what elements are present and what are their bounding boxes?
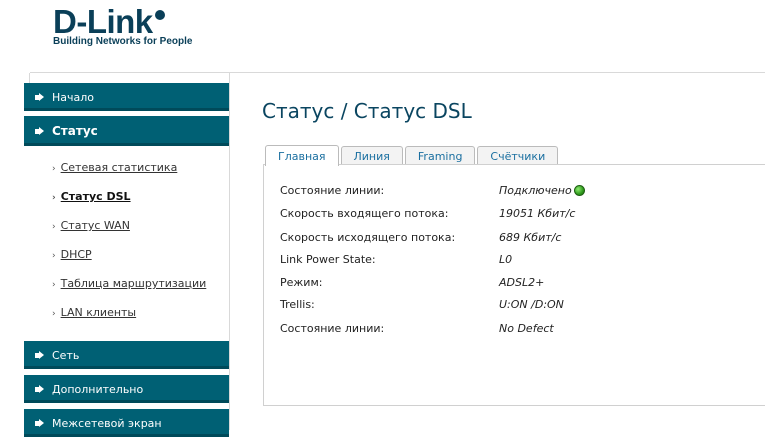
logo-wordmark: D-Link [53,3,153,40]
status-row-line-defect: Состояние линии: No Defect [264,322,764,340]
status-row-upstream: Скорость исходящего потока: 689 Кбит/с [264,231,764,249]
tab-bar: Главная Линия Framing Счётчики [265,145,560,166]
sidebar-subitem-label: Статус WAN [60,219,130,232]
tab-line[interactable]: Линия [340,146,403,166]
bullet-icon: › [52,309,56,319]
sidebar-item-label: Дополнительно [52,382,144,396]
status-row-link-power-state: Link Power State: L0 [264,253,764,271]
row-value: Подключено [499,184,585,197]
sidebar-subitem-routing-table[interactable]: › Таблица маршрутизации [52,277,232,290]
arrow-right-icon [35,384,44,394]
dlink-logo: D-Link Building Networks for People [53,3,193,47]
bullet-icon: › [52,164,56,174]
row-value: 689 Кбит/с [499,231,562,244]
tab-counters[interactable]: Счётчики [477,146,559,166]
sidebar: Начало Статус › Сетевая статистика › Стату… [24,73,232,437]
sidebar-subitem-label: Сетевая статистика [60,161,178,174]
dsl-status-panel: Состояние линии: Подключено Скорость вхо… [263,164,765,406]
sidebar-item-status[interactable]: Статус [24,116,229,146]
sidebar-item-advanced[interactable]: Дополнительно [24,375,229,403]
sidebar-subitem-wan-status[interactable]: › Статус WAN [52,219,232,232]
logo-dot-icon [154,10,165,20]
bullet-icon: › [52,251,56,261]
sidebar-subitem-network-stats[interactable]: › Сетевая статистика [52,161,232,174]
row-label: Скорость исходящего потока: [280,231,456,244]
bullet-icon: › [52,280,56,290]
row-value: 19051 Кбит/с [499,207,576,220]
row-value: No Defect [499,322,554,335]
sidebar-item-network[interactable]: Сеть [24,341,229,369]
status-row-downstream: Скорость входящего потока: 19051 Кбит/с [264,207,764,225]
row-label: Скорость входящего потока: [280,207,449,220]
arrow-right-icon [35,126,44,136]
arrow-right-icon [35,92,44,102]
sidebar-item-label: Межсетевой экран [52,416,162,430]
row-value: ADSL2+ [499,276,545,289]
row-label: Trellis: [280,298,315,311]
row-value: U:ON /D:ON [499,298,564,311]
sidebar-subitem-label: Статус DSL [60,190,131,203]
line-state-value: Подключено [499,184,572,197]
logo-tagline: Building Networks for People [53,36,193,47]
row-label: Режим: [280,276,323,289]
page-title: Статус / Статус DSL [262,99,472,123]
bullet-icon: › [52,222,56,232]
arrow-right-icon [35,418,44,428]
sidebar-item-label: Статус [52,124,98,138]
row-label: Состояние линии: [280,322,385,335]
row-label: Link Power State: [280,253,376,266]
sidebar-subitem-label: Таблица маршрутизации [60,277,207,290]
sidebar-subitem-dsl-status[interactable]: › Статус DSL [52,190,232,203]
tab-framing[interactable]: Framing [404,146,476,166]
sidebar-item-label: Сеть [52,348,80,362]
status-dot-icon [573,185,585,196]
row-label: Состояние линии: [280,184,385,197]
sidebar-subitem-lan-clients[interactable]: › LAN клиенты [52,306,232,319]
sidebar-item-home[interactable]: Начало [24,83,229,111]
bullet-icon: › [52,193,56,203]
sidebar-subitem-dhcp[interactable]: › DHCP [52,248,232,261]
status-row-trellis: Trellis: U:ON /D:ON [264,298,764,316]
sidebar-item-label: Начало [52,90,95,104]
tab-main[interactable]: Главная [265,145,339,166]
sidebar-subitem-label: LAN клиенты [60,306,137,319]
sidebar-subitem-label: DHCP [60,248,92,261]
status-row-line-state: Состояние линии: Подключено [264,184,764,202]
row-value: L0 [499,253,513,266]
arrow-right-icon [35,350,44,360]
sidebar-item-firewall[interactable]: Межсетевой экран [24,409,229,437]
status-row-mode: Режим: ADSL2+ [264,276,764,294]
